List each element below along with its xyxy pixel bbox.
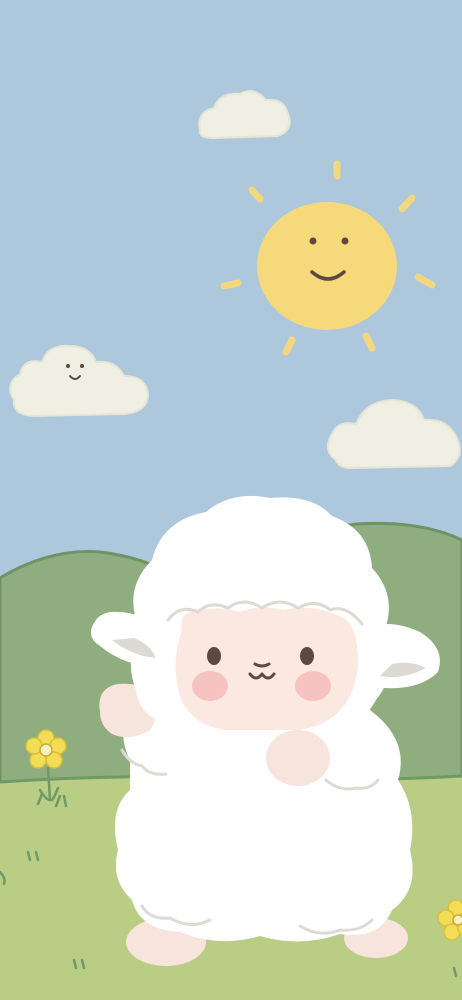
sun-eye-left: [309, 237, 317, 245]
cloud-eye-right: [80, 364, 84, 368]
sheep-eye-left: [207, 647, 221, 665]
sheep-paw-right: [266, 730, 330, 786]
illustration: [0, 0, 462, 1000]
sheep-cheek-left: [192, 671, 228, 701]
sun-eye-right: [341, 237, 349, 245]
sheep-cheek-right: [295, 671, 331, 701]
wallpaper-scene: [0, 0, 462, 1000]
sheep-eye-right: [300, 647, 314, 665]
sheep-face: [175, 607, 358, 730]
cloud-eye-left: [66, 364, 70, 368]
sun: [257, 202, 397, 330]
